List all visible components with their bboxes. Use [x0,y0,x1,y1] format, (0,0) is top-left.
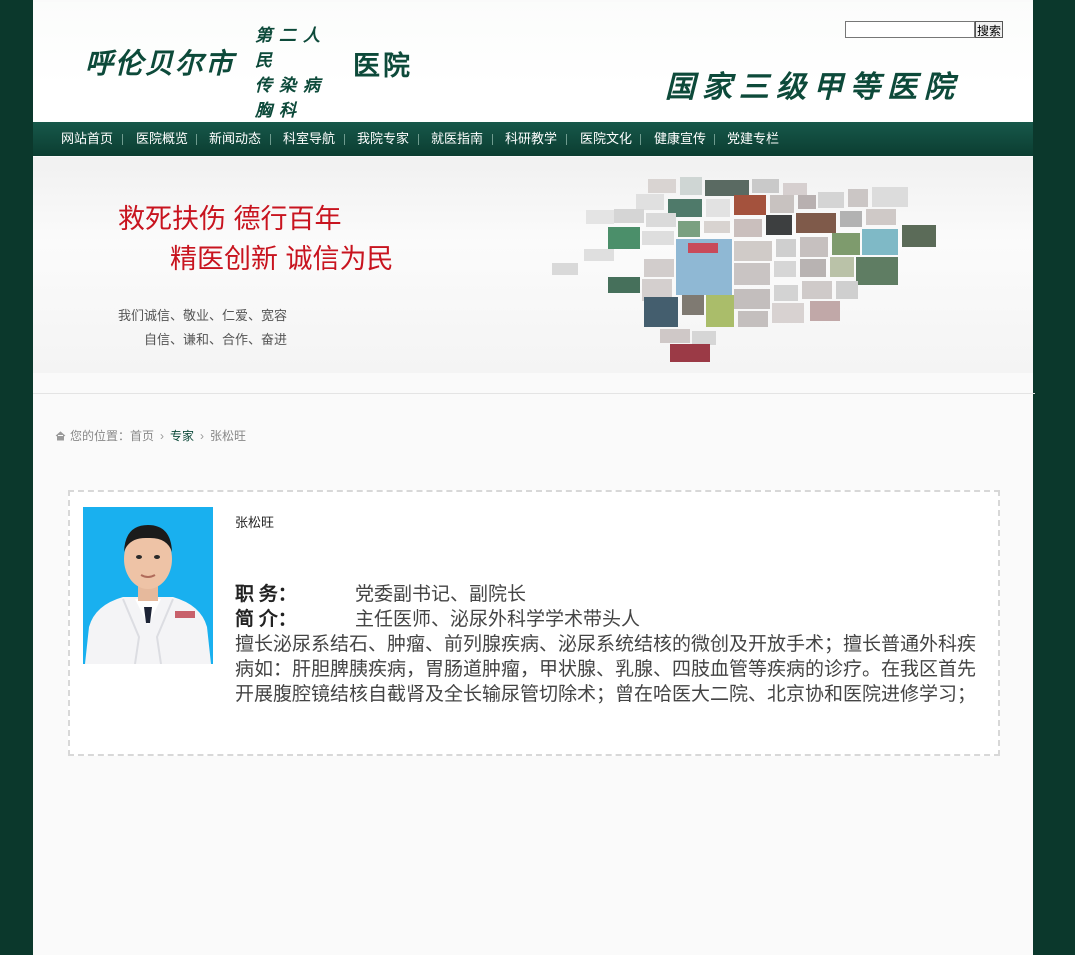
banner-slogan-1: 救死扶伤 德行百年 [118,204,342,234]
logo-city-name[interactable]: 呼伦贝尔市 [85,42,235,82]
nav-item-party[interactable]: 党建专栏 [727,122,779,156]
search-input[interactable] [845,21,975,38]
nav-divider [714,134,715,145]
nav-item-research[interactable]: 科研教学 [505,122,557,156]
nav-item-home[interactable]: 网站首页 [61,122,113,156]
intro-label: 简 介： [235,609,297,630]
search-button[interactable]: 搜索 [975,21,1003,38]
banner-values-1: 我们诚信、敬业、仁爱、宽容 [118,308,288,323]
breadcrumb-home-link[interactable]: 首页 [130,429,154,443]
nav-item-departments[interactable]: 科室导航 [283,122,335,156]
intro-value: 主任医师、泌尿外科学学术带头人 [355,609,641,630]
home-icon [55,431,66,441]
nav-divider [344,134,345,145]
page-container: 呼伦贝尔市 第二人民 传染病 胸科 医院 国家三级甲等医院 搜索 网站首页 医院… [33,0,1035,955]
breadcrumb-category-link[interactable]: 专家 [170,429,194,443]
site-header: 呼伦贝尔市 第二人民 传染病 胸科 医院 国家三级甲等医院 搜索 [33,2,1033,122]
banner-values-2: 自信、谦和、合作、奋进 [144,332,288,347]
logo-subtitle: 第二人民 传染病 胸科 [255,24,345,124]
hospital-grade-slogan: 国家三级甲等医院 [665,70,961,105]
nav-divider [566,134,567,145]
nav-divider [418,134,419,145]
hero-banner: 救死扶伤 德行百年 精医创新 诚信为民 我们诚信、敬业、仁爱、宽容 自信、谦和、… [33,157,1033,373]
doctor-photo [83,507,213,664]
doctor-description: 擅长泌尿系结石、肿瘤、前列腺疾病、泌尿系统结核的微创及开放手术；擅长普通外科疾病… [235,634,977,705]
main-nav: 网站首页 医院概览 新闻动态 科室导航 我院专家 就医指南 科研教学 医院文化 … [33,122,1033,156]
logo-subtitle-line: 第二人民 [255,26,327,71]
doctor-profile-card: 张松旺 职 务： 党委副书记、副院长 简 介： 主任医师、泌尿外科学学术带头人 擅长… [68,490,1000,756]
position-row: 职 务： 党委副书记、副院长 [235,582,980,607]
doctor-portrait-image [83,507,213,664]
doctor-info: 职 务： 党委副书记、副院长 简 介： 主任医师、泌尿外科学学术带头人 擅长泌尿系结… [235,582,980,707]
intro-row: 简 介： 主任医师、泌尿外科学学术带头人 [235,607,980,632]
breadcrumb: 您的位置：首页 › 专家 › 张松旺 [55,427,246,444]
nav-divider [196,134,197,145]
nav-item-health[interactable]: 健康宣传 [654,122,706,156]
nav-item-experts[interactable]: 我院专家 [357,122,409,156]
doctor-name: 张松旺 [235,515,275,530]
chevron-right-icon: › [160,429,165,443]
nav-divider [270,134,271,145]
logo-subtitle-line: 胸科 [255,101,303,121]
nav-divider [640,134,641,145]
photo-collage [548,177,943,367]
nav-item-overview[interactable]: 医院概览 [136,122,188,156]
chevron-right-icon: › [200,429,205,443]
nav-item-culture[interactable]: 医院文化 [580,122,632,156]
section-divider [33,393,1035,394]
position-label: 职 务： [235,584,297,605]
breadcrumb-prefix: 您的位置： [70,429,131,443]
banner-slogan-2: 精医创新 诚信为民 [170,244,394,274]
logo-hospital-word: 医院 [353,51,413,82]
nav-item-news[interactable]: 新闻动态 [209,122,261,156]
position-value: 党委副书记、副院长 [355,584,527,605]
nav-item-guide[interactable]: 就医指南 [431,122,483,156]
logo-subtitle-line: 传染病 [255,76,327,96]
nav-divider [492,134,493,145]
nav-divider [122,134,123,145]
breadcrumb-current: 张松旺 [210,429,247,443]
